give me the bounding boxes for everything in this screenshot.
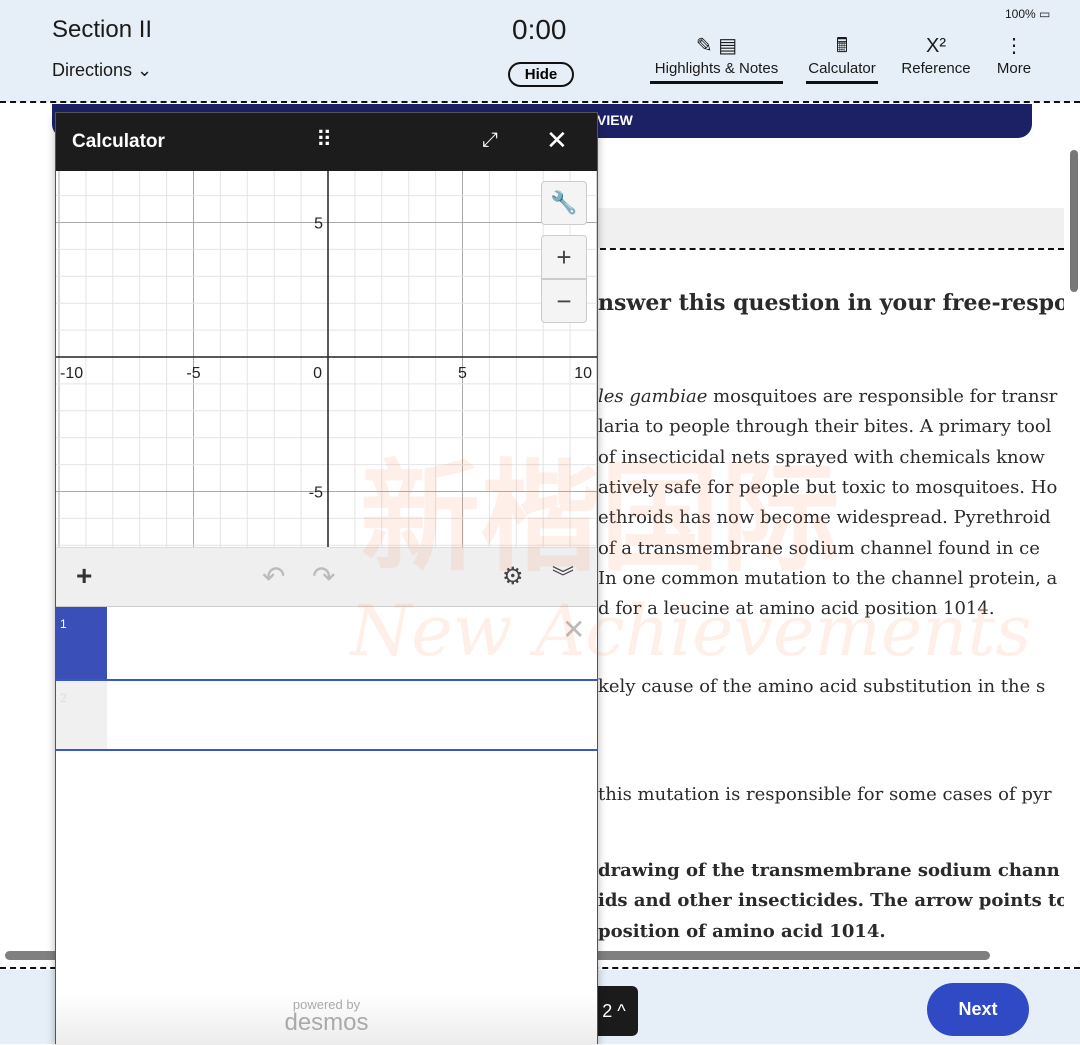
gear-icon[interactable]: ⚙ — [502, 562, 524, 591]
redo-icon[interactable]: ↷ — [312, 560, 335, 593]
directions-label: Directions — [52, 60, 133, 80]
highlight-notes-icon: ✎ ▤ — [695, 35, 738, 57]
x-tick-label: -10 — [60, 365, 83, 382]
tool-label: Reference — [901, 60, 971, 77]
passage-line: d for a leucine at amino acid position 1… — [598, 598, 995, 620]
close-icon[interactable]: ✕ — [546, 125, 568, 156]
banner-text: VIEW — [597, 112, 633, 128]
figure-caption-line: ids and other insecticides. The arrow po… — [598, 890, 1064, 912]
expression-index: 2 — [56, 681, 107, 749]
tool-reference[interactable]: X² Reference — [900, 32, 972, 77]
expression-toolbar: + ↶ ↷ ⚙ ︾ — [56, 547, 597, 607]
battery-percent: 100% — [1005, 7, 1036, 21]
expression-row[interactable]: 1 ✕ — [56, 607, 597, 681]
calculator-panel: Calculator ⠿ ⤢ ✕ -10 -5 0 5 10 5 -5 🔧 + − + ↶ … — [55, 112, 598, 1045]
species-name: les gambiae — [598, 386, 708, 407]
calculator-icon: 🖩 — [836, 35, 848, 57]
tool-calculator[interactable]: 🖩 Calculator — [806, 32, 878, 84]
desmos-logo: desmos — [284, 1009, 369, 1036]
graph-area[interactable]: -10 -5 0 5 10 5 -5 🔧 + − — [56, 171, 597, 547]
desmos-branding: powered by desmos — [56, 993, 597, 1045]
x-tick-label: 10 — [574, 365, 592, 382]
header: Section II Directions ⌄ 0:00 Hide 100% ▭… — [0, 0, 1080, 102]
figure-caption-line: drawing of the transmembrane sodium chan… — [598, 860, 1060, 881]
timer: 0:00 — [512, 14, 567, 45]
vertical-scrollbar[interactable] — [1070, 150, 1078, 292]
graph-canvas[interactable]: -10 -5 0 5 10 5 -5 — [56, 171, 597, 547]
passage-line: laria to people through their bites. A p… — [598, 416, 1052, 438]
wrench-settings-icon[interactable]: 🔧 — [541, 181, 587, 225]
section-title: Section II — [52, 16, 153, 43]
question-bar — [590, 208, 1064, 248]
tool-label: Calculator — [808, 60, 876, 77]
y-tick-label: 5 — [314, 216, 323, 233]
expand-icon[interactable]: ⤢ — [482, 129, 498, 152]
chevron-down-icon: ⌄ — [137, 60, 153, 80]
tool-label: More — [996, 60, 1032, 77]
y-tick-label: -5 — [309, 485, 323, 502]
divider — [0, 101, 1080, 103]
divider — [590, 248, 1064, 250]
passage-line: ethroids has now become widespread. Pyre… — [598, 507, 1051, 529]
passage-text: mosquitoes are responsible for transr — [707, 386, 1058, 407]
add-expression-icon[interactable]: + — [76, 560, 92, 592]
zoom-in-button[interactable]: + — [541, 235, 587, 279]
x-tick-label: 5 — [458, 365, 467, 382]
question-heading: nswer this question in your free-respo — [598, 290, 1064, 316]
next-button[interactable]: Next — [927, 983, 1029, 1036]
drag-handle-icon[interactable]: ⠿ — [316, 127, 333, 153]
calculator-title: Calculator — [72, 131, 165, 152]
collapse-list-icon[interactable]: ︾ — [552, 560, 574, 592]
tool-label: Highlights & Notes — [654, 60, 779, 77]
calculator-titlebar[interactable]: Calculator ⠿ ⤢ ✕ — [56, 113, 597, 171]
passage-line: les gambiae mosquitoes are responsible f… — [598, 386, 1064, 407]
active-underline — [806, 81, 878, 84]
undo-icon[interactable]: ↶ — [262, 560, 285, 593]
zoom-out-button[interactable]: − — [541, 279, 587, 323]
x-tick-label: 0 — [313, 365, 322, 382]
tool-more[interactable]: ⋮ More — [994, 32, 1034, 77]
figure-caption-line: position of amino acid 1014. — [598, 920, 886, 942]
delete-expression-icon[interactable]: ✕ — [562, 613, 585, 646]
expression-index: 1 — [56, 607, 107, 679]
more-vertical-icon: ⋮ — [1004, 35, 1024, 57]
tool-highlights-notes[interactable]: ✎ ▤ Highlights & Notes — [650, 32, 783, 84]
battery-status: 100% ▭ — [1005, 7, 1050, 21]
passage-line: In one common mutation to the channel pr… — [598, 567, 1058, 589]
passage-line: of a transmembrane sodium channel found … — [598, 537, 1040, 559]
passage-line: atively safe for people but toxic to mos… — [598, 476, 1058, 498]
x-tick-label: -5 — [186, 365, 200, 382]
expression-row[interactable]: 2 — [56, 681, 597, 751]
reference-icon: X² — [926, 35, 946, 57]
directions-toggle[interactable]: Directions ⌄ — [52, 60, 152, 81]
question-part-b: this mutation is responsible for some ca… — [598, 784, 1052, 805]
hide-timer-button[interactable]: Hide — [508, 62, 574, 87]
battery-icon: ▭ — [1039, 7, 1051, 21]
question-part-a: kely cause of the amino acid substitutio… — [598, 676, 1046, 697]
passage-line: of insecticidal nets sprayed with chemic… — [598, 446, 1045, 468]
active-underline — [650, 81, 783, 84]
